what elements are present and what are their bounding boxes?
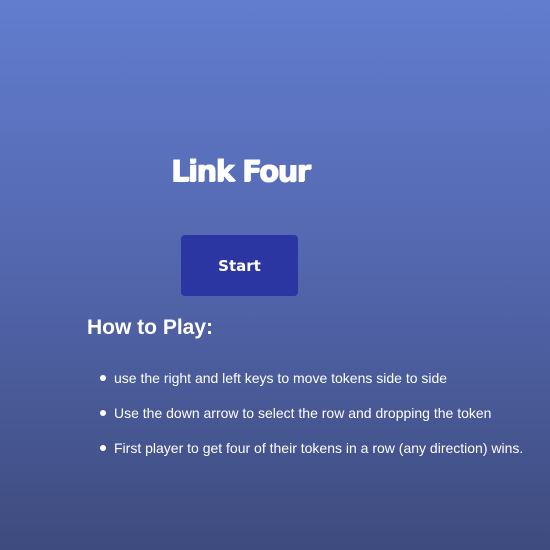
bullet-icon xyxy=(100,375,106,381)
bullet-icon xyxy=(100,410,106,416)
rule-item: First player to get four of their tokens… xyxy=(100,436,540,471)
bullet-icon xyxy=(100,445,106,451)
rule-text: First player to get four of their tokens… xyxy=(114,440,524,456)
how-to-play-heading: How to Play: xyxy=(87,316,214,339)
rule-text: use the right and left keys to move toke… xyxy=(114,370,448,386)
start-button[interactable]: Start xyxy=(181,235,298,296)
rule-item: Use the down arrow to select the row and… xyxy=(100,401,540,436)
rule-item: use the right and left keys to move toke… xyxy=(100,366,540,401)
rules-list: use the right and left keys to move toke… xyxy=(100,366,540,471)
game-title: Link Four xyxy=(170,154,311,188)
rule-text: Use the down arrow to select the row and… xyxy=(114,405,492,421)
